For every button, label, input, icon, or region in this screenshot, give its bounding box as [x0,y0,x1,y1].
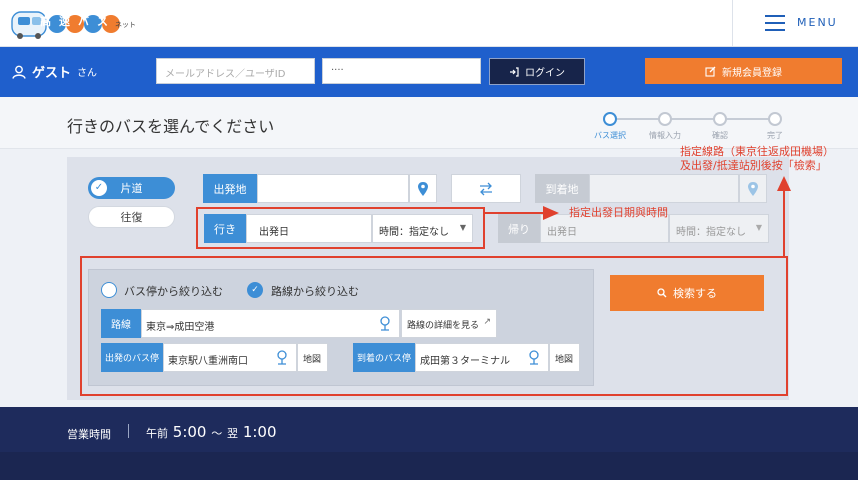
step-dot-2 [658,112,672,126]
login-label: ログイン [525,68,565,79]
route-detail-label: 路線の詳細を見る [407,321,480,331]
step-label-2: 情報入力 [649,131,681,140]
step-dot-1 [603,112,617,126]
arrival-tag: 到着地 [535,174,589,203]
bus-stop-icon [529,350,539,365]
hours-label: 営業時間 [67,428,111,441]
register-button[interactable]: 新規会員登録 [645,58,842,84]
arr-stop-tag: 到着のバス停 [353,343,415,372]
departure-input[interactable] [257,174,409,203]
hours-open: 5:00 [172,423,207,441]
outbound-time-select[interactable]: 時間：指定なし ▼ [372,214,473,243]
check-icon: ✓ [91,180,107,196]
step-label-1: バス選択 [594,131,626,140]
oneway-toggle[interactable]: ✓ 片道 [88,177,175,199]
progress-line [612,118,776,120]
guest-suffix: さん [77,68,98,79]
guest-name: ゲスト [32,66,72,81]
hours-am: 午前 [146,427,168,440]
hours-tilde: 〜 [211,427,223,440]
swap-icon [480,182,492,195]
annotation-arrow-right [485,206,559,220]
search-icon [657,288,667,298]
return-time-select[interactable]: 時間：指定なし ▼ [669,214,769,243]
chevron-down-icon: ▼ [755,223,762,232]
email-input[interactable]: メールアドレス／ユーザID [156,58,315,84]
page-title: 行きのバスを選んでください [67,117,275,136]
login-button[interactable]: ログイン [489,58,585,85]
filter-by-route-label: 路線から絞り込む [271,285,359,298]
hamburger-icon [765,15,785,31]
map-pin-icon [748,182,758,196]
step-dot-4 [768,112,782,126]
hours-close: 1:00 [242,423,277,441]
map-pin-icon [418,182,428,196]
route-tag: 路線 [101,309,141,338]
logo-suffix: ネット [115,21,136,29]
outbound-date-input[interactable]: 出発日 [246,214,372,243]
departure-tag: 出発地 [203,174,257,203]
arrival-input[interactable] [589,174,739,203]
bus-stop-icon [277,350,287,365]
arr-stop-map-button[interactable]: 地図 [549,343,580,372]
annotation-route-note-2: 及出發/抵達站別後按「檢索」 [680,159,827,172]
annotation-date-note: 指定出發日期與時間 [569,206,668,219]
outbound-time-label: 時間：指定なし [379,227,449,238]
route-value: 東京⇒成田空港 [146,322,215,333]
step-label-3: 確認 [712,131,728,140]
bus-stop-icon [380,316,390,331]
chevron-down-icon: ▼ [459,223,466,232]
dep-stop-select[interactable]: 東京駅八重洲南口 [163,343,297,372]
return-time-label: 時間：指定なし [676,227,746,238]
step-dot-3 [713,112,727,126]
search-button-label: 検索する [673,287,717,300]
step-label-4: 完了 [767,131,783,140]
menu-label: MENU [797,16,838,29]
login-icon [510,66,519,77]
search-button[interactable]: 検索する [610,275,764,311]
user-icon [12,65,26,79]
roundtrip-toggle[interactable]: 往復 [88,206,175,228]
filter-by-stop-label: バス停から絞り込む [124,285,223,298]
hours-separator [128,424,129,438]
arrival-map-button[interactable] [739,174,767,203]
oneway-label: 片道 [120,182,143,195]
footer-band [0,452,858,480]
external-link-icon: ↗ [483,317,491,327]
edit-icon [705,66,716,77]
filter-by-route-radio[interactable]: ✓ [247,282,263,298]
register-label: 新規会員登録 [722,67,782,79]
annotation-arrow-up [777,176,791,257]
dep-stop-tag: 出発のバス停 [101,343,163,372]
arr-stop-select[interactable]: 成田第３ターミナル [415,343,549,372]
route-detail-link[interactable]: 路線の詳細を見る ↗ [401,309,497,338]
swap-button[interactable] [451,174,521,203]
departure-map-button[interactable] [409,174,437,203]
roundtrip-label: 往復 [120,211,143,224]
guest-greeting: ゲスト さん [12,62,97,81]
dep-stop-value: 東京駅八重洲南口 [168,356,248,367]
menu-button[interactable]: MENU [732,0,858,47]
dep-stop-map-button[interactable]: 地図 [297,343,328,372]
filter-by-stop-radio[interactable] [101,282,117,298]
arr-stop-value: 成田第３ターミナル [420,356,510,367]
route-select[interactable]: 東京⇒成田空港 [141,309,400,338]
hours-next-day: 翌 [227,427,239,440]
business-hours: 午前 5:00 〜 翌 1:00 [146,423,277,441]
logo-text: 高速バス [40,15,116,28]
password-input[interactable]: ···· [322,58,481,84]
annotation-route-note-1: 指定線路（東京往返成田機場） [680,145,834,158]
outbound-tag: 行き [204,214,246,243]
